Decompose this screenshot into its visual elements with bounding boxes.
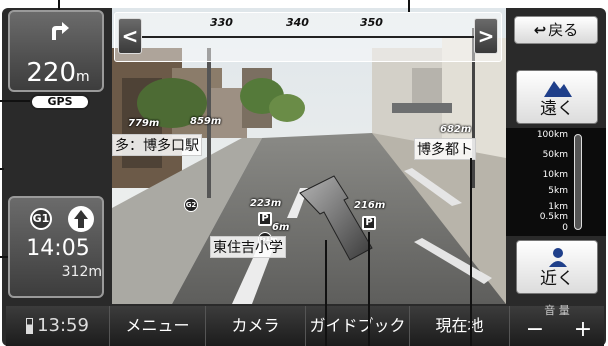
scale-label: 0 bbox=[562, 223, 568, 233]
volume-down-button[interactable]: − bbox=[520, 316, 550, 344]
far-button[interactable]: 遠く bbox=[516, 70, 598, 124]
near-button[interactable]: 近く bbox=[516, 240, 598, 294]
scale-label: 5km bbox=[548, 186, 568, 196]
scale-label: 50km bbox=[542, 150, 568, 160]
compass-left-button[interactable]: < bbox=[118, 18, 142, 54]
callout-line bbox=[0, 168, 4, 170]
arrival-panel: G1 14:05 312m bbox=[8, 196, 104, 298]
heading-label: 340 bbox=[286, 16, 309, 29]
callout-line bbox=[325, 240, 327, 346]
g2-icon[interactable]: G2 bbox=[184, 198, 198, 212]
turn-right-icon bbox=[52, 22, 69, 40]
menu-button[interactable]: メニュー bbox=[110, 306, 206, 346]
scale-slider[interactable] bbox=[574, 134, 582, 230]
poi-distance: 682m bbox=[440, 124, 472, 135]
compass-bar: < > 330 340 350 bbox=[114, 12, 502, 62]
turn-distance-value: 220 bbox=[26, 58, 76, 88]
heading-label: 350 bbox=[360, 16, 383, 29]
current-location-button[interactable]: 現在地 bbox=[410, 306, 510, 346]
poi-distance: 216m bbox=[354, 200, 386, 211]
far-label: 遠く bbox=[540, 99, 574, 119]
camera-button[interactable]: カメラ bbox=[206, 306, 306, 346]
poi-distance: 223m bbox=[250, 198, 282, 209]
eta-distance: 312m bbox=[61, 264, 102, 280]
clock-text: 13:59 bbox=[37, 315, 89, 336]
battery-icon bbox=[26, 318, 34, 334]
back-label: 戻る bbox=[548, 21, 579, 39]
navigation-screen: < > 330 340 350 220m GPS G1 14:05 312m ↩… bbox=[0, 0, 608, 346]
compass-right-button[interactable]: > bbox=[474, 18, 498, 54]
scale-label: 0.5km bbox=[539, 212, 568, 222]
scale-label: 1km bbox=[548, 202, 568, 212]
compass-scale-line bbox=[142, 36, 474, 38]
up-arrow-icon bbox=[68, 206, 94, 232]
volume-up-button[interactable]: + bbox=[568, 316, 598, 344]
bottom-menu-bar: 13:59 メニュー カメラ ガイドブック 現在地 音 量 − + bbox=[6, 304, 604, 346]
back-icon: ↩ bbox=[533, 21, 547, 39]
poi-distance: 779m bbox=[128, 118, 160, 129]
callout-line bbox=[368, 232, 370, 346]
callout-line bbox=[0, 256, 8, 258]
poi-distance: 859m bbox=[190, 116, 222, 127]
near-label: 近く bbox=[540, 269, 574, 289]
poi-label-school[interactable]: 東住吉小学 bbox=[210, 236, 286, 258]
eta-time: 14:05 bbox=[26, 236, 90, 261]
turn-distance-unit: m bbox=[76, 69, 90, 85]
next-turn-panel: 220m bbox=[8, 10, 104, 92]
clock: 13:59 bbox=[6, 306, 110, 346]
callout-line bbox=[408, 0, 410, 12]
parking-icon[interactable]: P bbox=[362, 216, 376, 230]
callout-line bbox=[0, 100, 30, 102]
poi-distance: 6m bbox=[272, 222, 290, 233]
guidebook-button[interactable]: ガイドブック bbox=[306, 306, 410, 346]
turn-distance: 220m bbox=[10, 58, 106, 88]
gps-status-badge: GPS bbox=[30, 94, 90, 110]
parking-icon[interactable]: P bbox=[258, 212, 272, 226]
heading-label: 330 bbox=[210, 16, 233, 29]
poi-label-toho[interactable]: 博多都ト bbox=[414, 138, 476, 160]
callout-line bbox=[58, 0, 60, 10]
callout-line bbox=[470, 158, 472, 346]
scale-label: 10km bbox=[542, 170, 568, 180]
scale-label: 100km bbox=[536, 130, 568, 140]
range-scale: 100km 50km 10km 5km 1km 0.5km 0 bbox=[506, 128, 606, 236]
back-button[interactable]: ↩ 戻る bbox=[514, 16, 598, 44]
route-badge: G1 bbox=[30, 208, 52, 230]
volume-control: 音 量 − + bbox=[510, 304, 604, 346]
poi-label-station[interactable]: 多：博多口駅 bbox=[112, 134, 202, 156]
